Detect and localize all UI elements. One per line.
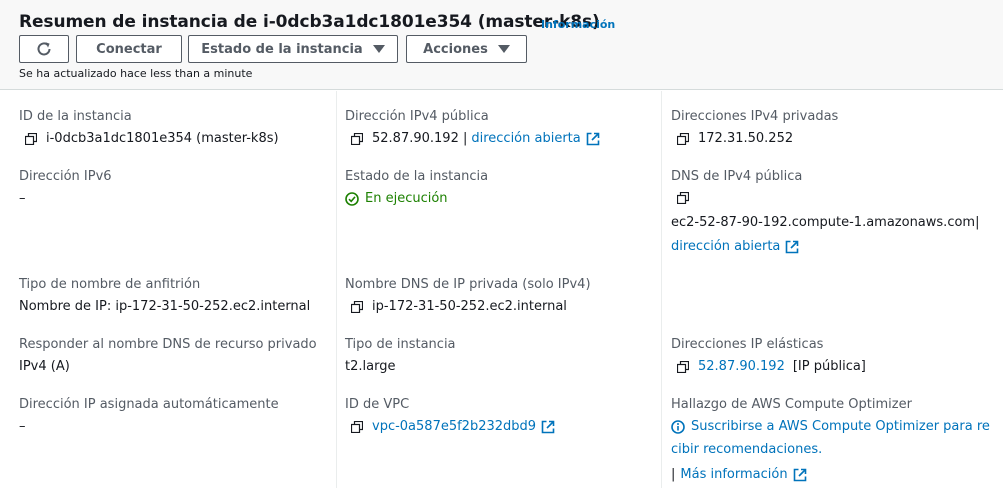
external-link-icon[interactable] [793,468,807,482]
caret-down-icon [372,45,385,53]
caret-down-icon [497,45,510,53]
public-ipv4-value: 52.87.90.192 | dirección abierta [351,131,600,146]
elastic-ip-value: 52.87.90.192 [IP pública] [677,359,866,374]
external-link-icon[interactable] [586,132,600,146]
optimizer-more: | Más información [671,467,807,482]
optimizer-more-prefix: | [671,467,676,482]
resource-dns-value: IPv4 (A) [19,359,70,374]
instance-id-text: i-0dcb3a1dc1801e354 (master-k8s) [46,131,279,146]
optimizer-label: Hallazgo de AWS Compute Optimizer [671,397,912,412]
instance-state-detail-label: Estado de la instancia [345,169,489,184]
connect-button[interactable]: Conectar [76,35,182,63]
column-divider [661,91,662,488]
instance-type-label: Tipo de instancia [345,337,456,352]
column-divider [336,91,337,488]
actions-button[interactable]: Acciones [406,35,527,63]
public-dns-open-link[interactable]: dirección abierta [671,239,780,254]
optimizer-more-link[interactable]: Más información [680,467,787,482]
hostname-type-label: Tipo de nombre de anfitrión [19,277,201,292]
public-dns-copy [677,192,698,204]
auto-ip-label: Dirección IP asignada automáticamente [19,397,279,412]
private-dns-value: ip-172-31-50-252.ec2.internal [351,299,567,314]
elastic-ip-label: Direcciones IP elásticas [671,337,824,352]
instance-type-value: t2.large [345,359,396,374]
instance-state-value: En ejecución [345,191,448,206]
public-dns-open: dirección abierta [671,239,799,254]
ipv6-value: – [19,191,26,206]
vpc-id-link[interactable]: vpc-0a587e5f2b232dbd9 [372,419,536,434]
hostname-type-value: Nombre de IP: ip-172-31-50-252.ec2.inter… [19,299,311,314]
copy-icon[interactable] [25,132,37,145]
info-circle-icon [671,419,685,434]
private-ipv4-text: 172.31.50.252 [698,131,794,146]
public-ipv4-text: 52.87.90.192 | [372,131,468,146]
elastic-ip-link[interactable]: 52.87.90.192 [698,359,785,374]
instance-state-button[interactable]: Estado de la instancia [188,35,398,63]
resource-dns-label: Responder al nombre DNS de recurso priva… [19,337,317,352]
elastic-ip-suffix: [IP pública] [792,359,866,374]
copy-icon[interactable] [677,132,689,145]
public-dns-label: DNS de IPv4 pública [671,169,803,184]
vpc-id-value: vpc-0a587e5f2b232dbd9 [351,419,555,434]
public-ipv4-open-link[interactable]: dirección abierta [471,131,580,146]
copy-icon[interactable] [351,420,363,433]
external-link-icon[interactable] [541,420,555,434]
info-link[interactable]: Información [541,18,615,31]
check-circle-icon [345,191,359,206]
ipv6-label: Dirección IPv6 [19,169,112,184]
instance-state-text: En ejecución [365,191,448,206]
updated-text: Se ha actualizado hace less than a minut… [19,67,253,80]
actions-label: Acciones [423,41,488,57]
copy-icon[interactable] [351,132,363,145]
instance-state-label: Estado de la instancia [201,41,363,57]
vpc-id-label: ID de VPC [345,397,410,412]
private-ipv4-label: Direcciones IPv4 privadas [671,109,839,124]
page-title: Resumen de instancia de i-0dcb3a1dc1801e… [19,12,600,32]
external-link-icon[interactable] [785,240,799,254]
public-dns-value: ec2-52-87-90-192.compute-1.amazonaws.com… [671,215,980,230]
instance-id-label: ID de la instancia [19,109,132,124]
auto-ip-value: – [19,419,26,434]
private-dns-label: Nombre DNS de IP privada (solo IPv4) [345,277,591,292]
optimizer-line1: Suscribirse a AWS Compute Optimizer para… [691,419,990,434]
public-ipv4-label: Dirección IPv4 pública [345,109,489,124]
private-ipv4-value: 172.31.50.252 [677,131,793,146]
refresh-button[interactable] [19,35,69,63]
refresh-icon [37,42,51,56]
instance-id-value: i-0dcb3a1dc1801e354 (master-k8s) [25,131,279,146]
private-dns-text: ip-172-31-50-252.ec2.internal [372,299,567,314]
optimizer-line2[interactable]: cibir recomendaciones. [671,442,822,457]
copy-icon[interactable] [677,192,689,204]
copy-icon[interactable] [677,360,689,373]
header: Resumen de instancia de i-0dcb3a1dc1801e… [0,0,1003,90]
copy-icon[interactable] [351,300,363,313]
optimizer-subscribe[interactable]: Suscribirse a AWS Compute Optimizer para… [671,419,990,434]
